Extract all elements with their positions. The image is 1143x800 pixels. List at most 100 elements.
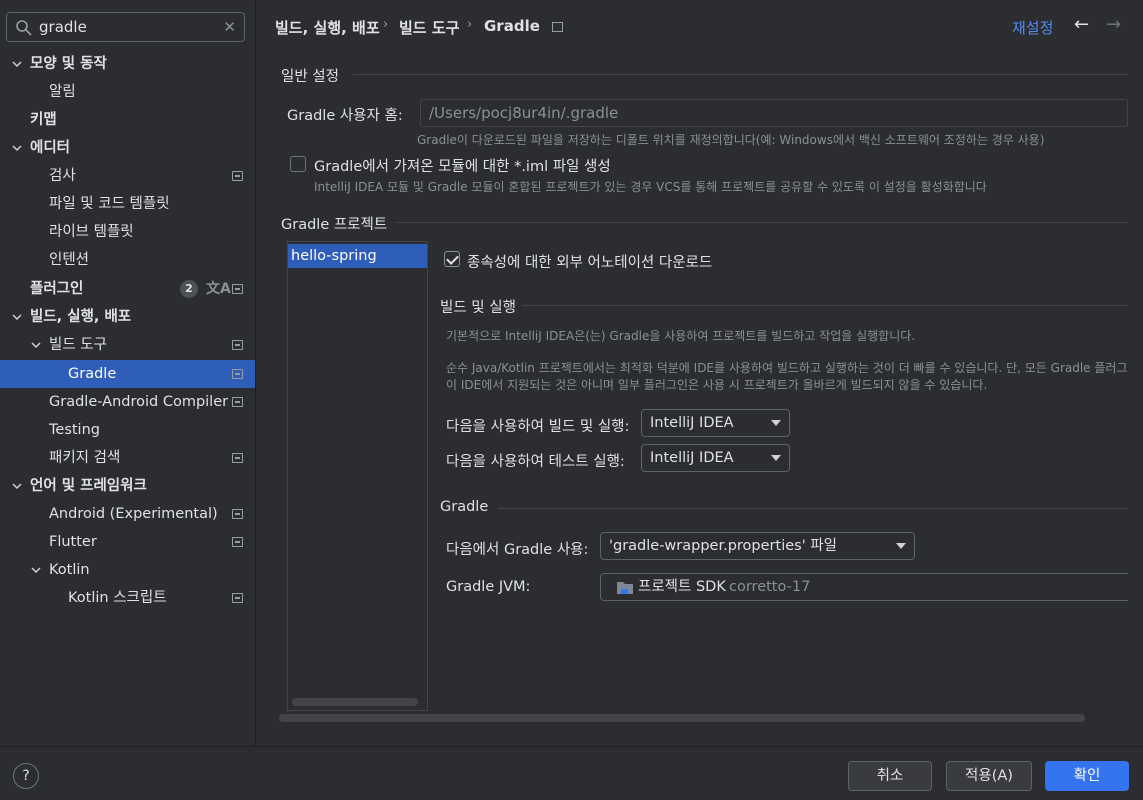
- reset-link[interactable]: 재설정: [1012, 17, 1053, 38]
- dropdown-arrow-icon: [771, 420, 781, 426]
- gradle-user-home-label: Gradle 사용자 홈:: [287, 108, 403, 124]
- build-run-title: 빌드 및 실행: [440, 300, 516, 316]
- cancel-button[interactable]: 취소: [848, 761, 932, 791]
- sidebar-item-label: Kotlin: [49, 562, 90, 578]
- breadcrumb-build-tools[interactable]: 빌드 도구: [399, 17, 459, 38]
- sidebar-item-build-execution[interactable]: 빌드, 실행, 배포: [0, 303, 255, 331]
- build-with-value: IntelliJ IDEA: [650, 415, 734, 431]
- breadcrumb-gradle: Gradle: [484, 17, 540, 35]
- content-horizontal-scrollbar[interactable]: [279, 714, 1085, 722]
- project-settings-icon: [552, 22, 563, 32]
- sidebar-item-gradle-android-compiler[interactable]: Gradle-Android Compiler: [0, 388, 255, 416]
- download-annotations-label: 종속성에 대한 외부 어노테이션 다운로드: [467, 255, 713, 271]
- sidebar-item-notifications[interactable]: 알림: [0, 78, 255, 106]
- search-input[interactable]: [39, 17, 219, 37]
- gradle-jvm-detail: corretto-17: [729, 579, 811, 595]
- settings-sidebar: ✕ 모양 및 동작 알림 키맵 에디터 검사 파일 및 코드 템플릿 라이브 템…: [0, 0, 256, 746]
- breadcrumb-build-execution[interactable]: 빌드, 실행, 배포: [275, 17, 380, 38]
- gradle-user-home-hint: Gradle이 다운로드된 파일을 저장하는 디폴트 위치를 재정의합니다(예:…: [417, 133, 1045, 147]
- use-gradle-from-dropdown[interactable]: 'gradle-wrapper.properties' 파일: [600, 532, 915, 560]
- general-settings-title: 일반 설정: [281, 69, 339, 85]
- test-with-label: 다음을 사용하여 테스트 실행:: [446, 454, 625, 470]
- sidebar-item-languages[interactable]: 언어 및 프레임워크: [0, 472, 255, 500]
- build-with-dropdown[interactable]: IntelliJ IDEA: [641, 409, 790, 437]
- section-divider: [395, 222, 1128, 223]
- project-list-item[interactable]: hello-spring: [288, 244, 427, 268]
- sidebar-item-kotlin-script[interactable]: Kotlin 스크립트: [0, 584, 255, 612]
- generate-iml-label: Gradle에서 가져온 모듈에 대한 *.iml 파일 생성: [314, 159, 611, 175]
- sidebar-item-inspections[interactable]: 검사: [0, 162, 255, 190]
- section-divider: [522, 305, 1128, 306]
- sidebar-item-label: 키맵: [30, 112, 57, 128]
- project-settings-icon: [232, 171, 243, 181]
- chevron-down-icon[interactable]: [12, 143, 22, 153]
- project-list-scrollbar[interactable]: [292, 698, 418, 706]
- project-settings-icon: [232, 453, 243, 463]
- build-run-note-line1: 순수 Java/Kotlin 프로젝트에서는 최적화 덕분에 IDE를 사용하여…: [446, 361, 1128, 375]
- sidebar-item-package-search[interactable]: 패키지 검색: [0, 444, 255, 472]
- sidebar-item-label: Android (Experimental): [49, 506, 218, 522]
- chevron-down-icon[interactable]: [12, 312, 22, 322]
- help-button[interactable]: ?: [13, 763, 39, 789]
- test-with-dropdown[interactable]: IntelliJ IDEA: [641, 444, 790, 472]
- breadcrumb-separator-icon: ›: [383, 17, 389, 32]
- forward-arrow-icon[interactable]: →: [1106, 14, 1121, 35]
- use-gradle-from-label: 다음에서 Gradle 사용:: [446, 542, 589, 558]
- sidebar-item-label: 알림: [49, 84, 76, 100]
- sidebar-item-label: 빌드, 실행, 배포: [30, 309, 132, 325]
- project-settings-icon: [232, 509, 243, 519]
- chevron-down-icon[interactable]: [31, 340, 41, 350]
- search-box[interactable]: ✕: [6, 12, 245, 42]
- apply-button[interactable]: 적용(A): [946, 761, 1032, 791]
- chevron-down-icon[interactable]: [12, 481, 22, 491]
- sidebar-item-label: 플러그인: [30, 281, 84, 297]
- gradle-jvm-value: 프로젝트 SDK: [638, 579, 726, 595]
- settings-content: 빌드, 실행, 배포 › 빌드 도구 › Gradle 재설정 ← → 일반 설…: [257, 0, 1143, 746]
- generate-iml-checkbox[interactable]: [290, 156, 306, 172]
- sidebar-item-kotlin[interactable]: Kotlin: [0, 556, 255, 584]
- sidebar-item-label: 패키지 검색: [49, 450, 121, 466]
- download-annotations-checkbox[interactable]: [444, 251, 460, 267]
- sidebar-item-file-templates[interactable]: 파일 및 코드 템플릿: [0, 190, 255, 218]
- sidebar-item-flutter[interactable]: Flutter: [0, 528, 255, 556]
- build-run-description: 기본적으로 IntelliJ IDEA은(는) Gradle을 사용하여 프로젝…: [446, 329, 916, 343]
- folder-icon: [617, 582, 633, 594]
- gradle-user-home-field[interactable]: /Users/pocj8ur4in/.gradle: [420, 99, 1128, 127]
- sidebar-item-android[interactable]: Android (Experimental): [0, 500, 255, 528]
- sidebar-item-label: 에디터: [30, 140, 71, 156]
- sidebar-item-intentions[interactable]: 인텐션: [0, 246, 255, 274]
- clear-search-icon[interactable]: ✕: [223, 18, 236, 36]
- sidebar-item-label: 파일 및 코드 템플릿: [49, 196, 170, 212]
- build-run-note: 순수 Java/Kotlin 프로젝트에서는 최적화 덕분에 IDE를 사용하여…: [446, 359, 1128, 393]
- sidebar-item-label: Flutter: [49, 534, 97, 550]
- chevron-down-icon[interactable]: [31, 565, 41, 575]
- gradle-project-list[interactable]: hello-spring: [287, 241, 428, 711]
- dropdown-arrow-icon: [896, 543, 906, 549]
- section-divider: [353, 74, 1128, 75]
- gradle-jvm-dropdown[interactable]: 프로젝트 SDK corretto-17: [600, 573, 1128, 601]
- chevron-down-icon[interactable]: [12, 59, 22, 69]
- sidebar-item-label: Gradle: [68, 366, 117, 382]
- sidebar-item-appearance[interactable]: 모양 및 동작: [0, 50, 255, 78]
- dropdown-arrow-icon: [771, 455, 781, 461]
- sidebar-item-build-tools[interactable]: 빌드 도구: [0, 331, 255, 359]
- breadcrumb-separator-icon: ›: [467, 17, 473, 32]
- gradle-section-title: Gradle: [440, 499, 489, 515]
- ok-button[interactable]: 확인: [1045, 761, 1129, 791]
- sidebar-item-label: 빌드 도구: [49, 337, 107, 353]
- sidebar-item-keymap[interactable]: 키맵: [0, 106, 255, 134]
- sidebar-item-plugins[interactable]: 플러그인 2 文A: [0, 275, 255, 303]
- use-gradle-from-value: 'gradle-wrapper.properties' 파일: [609, 538, 837, 554]
- project-settings-icon: [232, 369, 243, 379]
- update-count-badge: 2: [180, 280, 198, 298]
- sidebar-item-label: 모양 및 동작: [30, 56, 107, 72]
- sidebar-item-testing[interactable]: Testing: [0, 416, 255, 444]
- sidebar-item-live-templates[interactable]: 라이브 템플릿: [0, 218, 255, 246]
- back-arrow-icon[interactable]: ←: [1074, 14, 1089, 35]
- build-run-note-line2: 이 IDE에서 지원되는 것은 아니며 일부 플러그인은 사용 시 프로젝트가 …: [446, 378, 988, 392]
- project-settings-icon: [232, 397, 243, 407]
- project-settings-icon: [232, 284, 243, 294]
- sidebar-item-gradle[interactable]: Gradle: [0, 360, 255, 388]
- sidebar-item-editor[interactable]: 에디터: [0, 134, 255, 162]
- dialog-footer: ? 취소 적용(A) 확인: [0, 746, 1143, 800]
